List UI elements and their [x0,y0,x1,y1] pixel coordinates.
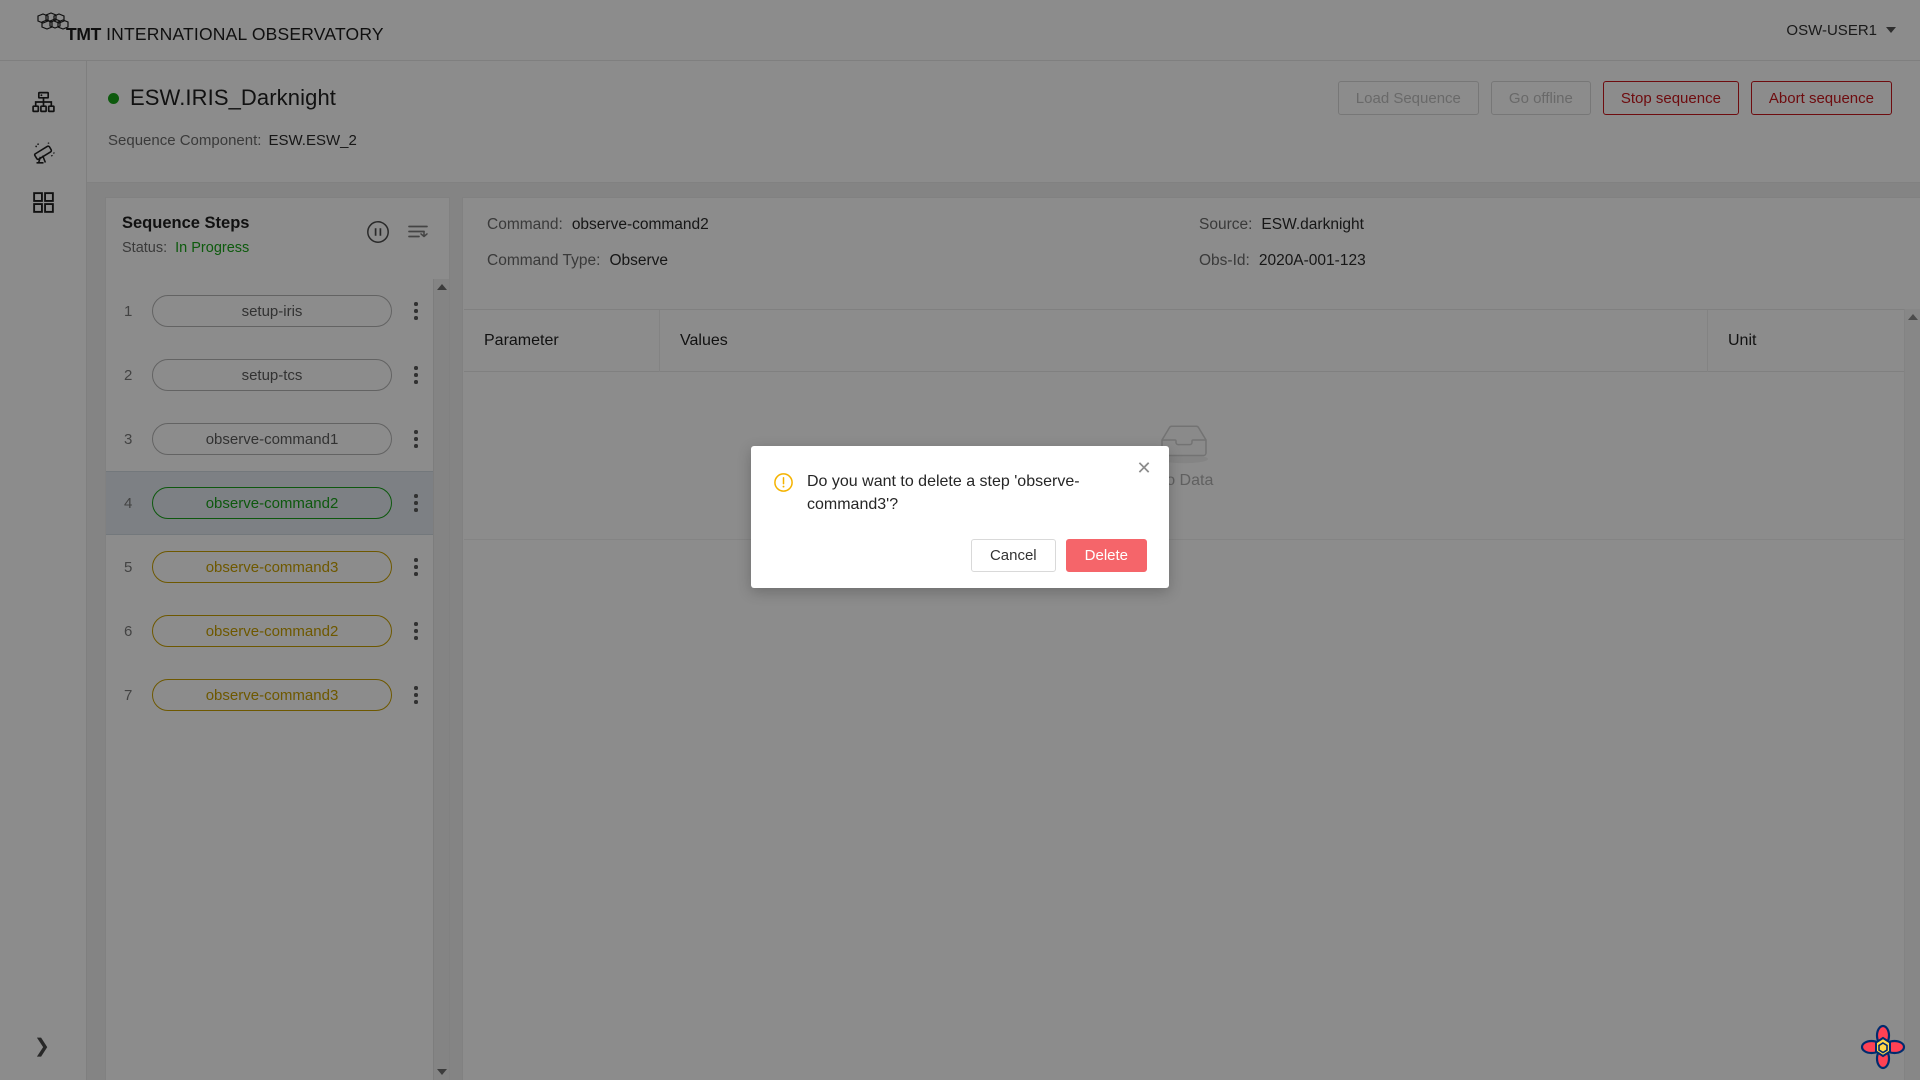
app-root: TMT INTERNATIONAL OBSERVATORY OSW-USER1 [0,0,1920,1080]
warning-exclamation-icon [773,472,794,516]
delete-step-dialog: ✕ Do you want to delete a step 'observe-… [751,446,1169,588]
dialog-body: Do you want to delete a step 'observe-co… [751,446,1169,516]
dialog-message: Do you want to delete a step 'observe-co… [807,473,1080,513]
cancel-button[interactable]: Cancel [970,539,1056,572]
dialog-actions: Cancel Delete [970,539,1147,572]
delete-button[interactable]: Delete [1065,539,1147,572]
react-query-flower-icon[interactable] [1860,1024,1906,1070]
close-x-icon[interactable]: ✕ [1133,457,1155,479]
